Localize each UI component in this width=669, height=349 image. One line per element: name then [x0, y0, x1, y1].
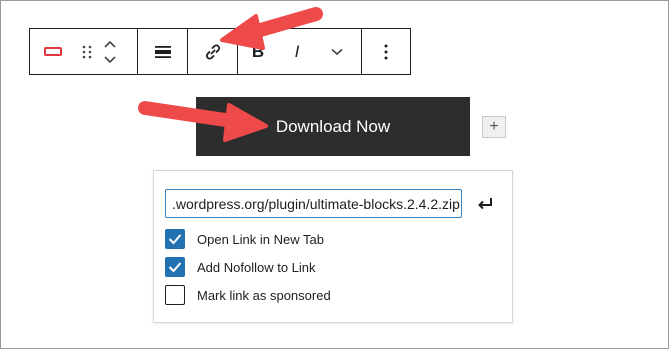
arrow-to-button	[138, 101, 268, 142]
annotation-arrows	[138, 7, 323, 142]
arrow-to-link-icon	[220, 7, 323, 50]
